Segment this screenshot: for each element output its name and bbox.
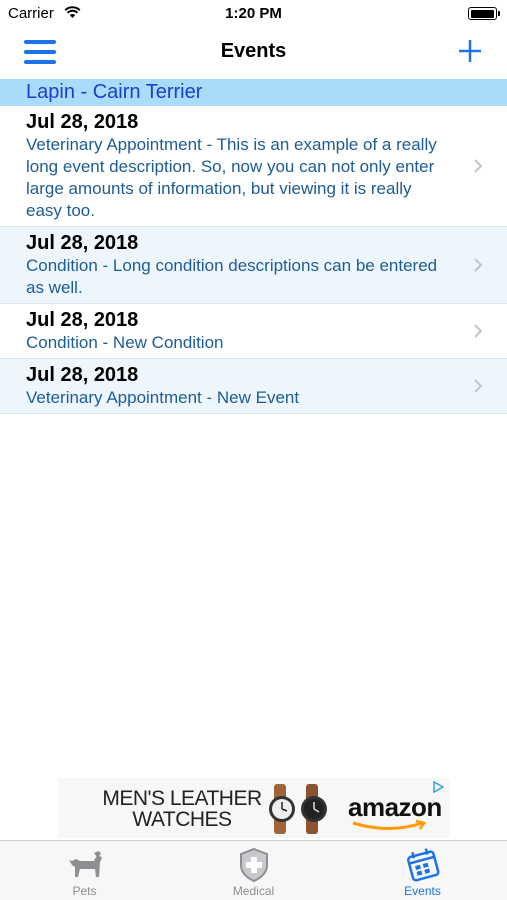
event-date: Jul 28, 2018 (26, 309, 139, 331)
tab-label: Medical (232, 884, 275, 898)
event-list: Jul 28, 2018 Veterinary Appointment - Th… (0, 106, 507, 414)
event-date: Jul 28, 2018 (26, 364, 139, 386)
ad-headline: MEN'S LEATHER WATCHES (102, 787, 262, 831)
watches-image (269, 784, 327, 834)
event-row[interactable]: Jul 28, 2018 Condition - Long condition … (0, 227, 507, 304)
chevron-right-icon (474, 379, 483, 393)
amazon-logo: amazon (348, 792, 442, 822)
plus-icon (459, 40, 481, 62)
event-description: Condition - New Condition (26, 333, 224, 352)
tab-label: Pets (72, 884, 97, 898)
pet-section-header: Lapin - Cairn Terrier (0, 79, 507, 106)
event-row[interactable]: Jul 28, 2018 Veterinary Appointment - Th… (0, 106, 507, 227)
medical-shield-icon (239, 847, 268, 883)
page-title: Events (220, 40, 287, 62)
tab-pets[interactable]: Pets (0, 841, 169, 900)
event-description: Condition - Long condition descriptions … (26, 256, 438, 297)
chevron-right-icon (474, 324, 483, 338)
add-event-button[interactable] (455, 36, 485, 66)
event-row[interactable]: Jul 28, 2018 Condition - New Condition (0, 304, 507, 359)
event-date: Jul 28, 2018 (26, 111, 139, 133)
amazon-smile-icon (352, 820, 427, 830)
tab-bar: Pets Medical Events (0, 840, 507, 900)
event-description: Veterinary Appointment - This is an exam… (26, 135, 437, 220)
ad-banner[interactable]: MEN'S LEATHER WATCHES amazon (58, 778, 450, 838)
event-row[interactable]: Jul 28, 2018 Veterinary Appointment - Ne… (0, 359, 507, 414)
status-bar: Carrier 1:20 PM (0, 0, 507, 28)
status-time: 1:20 PM (225, 5, 282, 22)
dog-icon (68, 851, 102, 877)
chevron-right-icon (474, 258, 483, 272)
tab-label: Events (404, 884, 441, 898)
tab-medical[interactable]: Medical (169, 841, 338, 900)
tab-events[interactable]: Events (338, 841, 507, 900)
ad-choices-icon[interactable] (432, 781, 444, 793)
event-date: Jul 28, 2018 (26, 232, 139, 254)
event-description: Veterinary Appointment - New Event (26, 388, 300, 407)
calendar-icon (406, 848, 439, 882)
battery-icon (468, 7, 500, 20)
navigation-bar: Events (0, 28, 507, 78)
chevron-right-icon (474, 159, 483, 173)
